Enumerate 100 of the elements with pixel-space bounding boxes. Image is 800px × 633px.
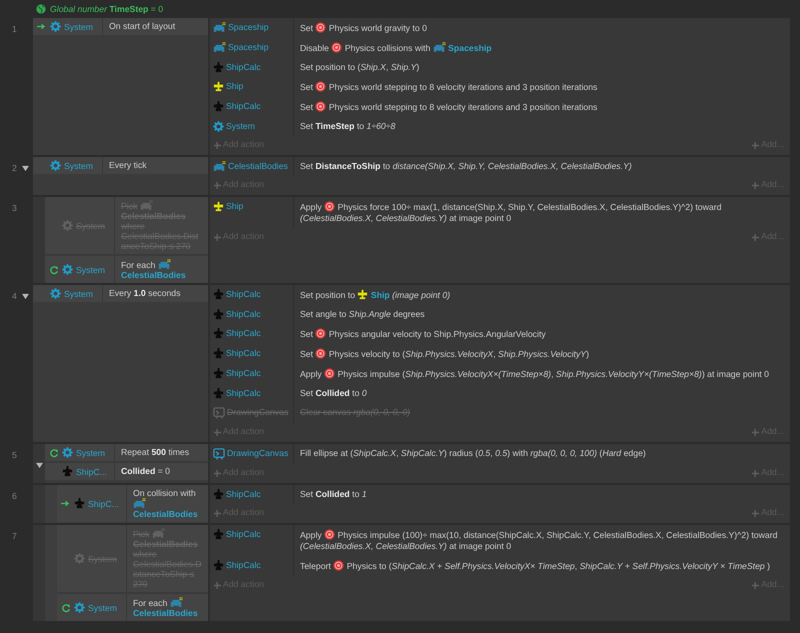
object-name: ShipCalc xyxy=(226,62,261,73)
plus-icon xyxy=(752,429,760,436)
collapse-icon[interactable] xyxy=(22,293,29,300)
action-text[interactable]: Set position to (Ship.X, Ship.Y) xyxy=(294,58,790,77)
event-number: 2 xyxy=(12,163,17,173)
alien-icon xyxy=(213,161,226,172)
condition-row[interactable]: System For each CelestialBodies xyxy=(45,256,208,283)
canvas-icon xyxy=(213,448,225,460)
object-name: ShipCalc xyxy=(226,560,261,571)
condition-row[interactable]: System On start of layout xyxy=(33,18,208,35)
action-text[interactable]: Set Collided to 1 xyxy=(294,485,790,504)
object-name: ShipCalc xyxy=(226,348,261,359)
condition-row[interactable]: System Every tick xyxy=(33,157,208,174)
object-name: ShipC... xyxy=(88,498,119,508)
action-text[interactable]: Fill ellipse at (ShipCalc.X, ShipCalc.Y) radius (0.5, 0.5) with rgba(0, 0, 0, 100) (Hard edge) xyxy=(294,444,790,464)
alien-icon xyxy=(213,42,226,53)
condition-row[interactable]: ShipC... Collided = 0 xyxy=(45,463,208,480)
event-number: 3 xyxy=(12,203,17,213)
plus-icon xyxy=(752,510,760,517)
gear-icon xyxy=(62,447,73,458)
rings-icon xyxy=(315,328,326,339)
action-text[interactable]: Set Physics world stepping to 8 velocity iterations and 3 position iterations xyxy=(294,77,790,97)
ship-silhouette-icon xyxy=(62,466,73,477)
collapse-icon[interactable] xyxy=(36,462,42,469)
condition-text[interactable]: Repeat 500 times xyxy=(115,444,208,461)
object-name: ShipCalc xyxy=(226,289,261,300)
object-name: ShipCalc xyxy=(226,388,261,399)
condition-text[interactable]: On start of layout xyxy=(103,18,208,35)
rings-icon xyxy=(324,201,336,212)
object-name: System xyxy=(64,288,93,298)
rings-icon xyxy=(333,560,344,571)
object-name: System xyxy=(64,160,93,170)
ship-silhouette-icon xyxy=(213,289,224,300)
ship-silhouette-icon xyxy=(74,498,85,509)
gear-icon xyxy=(62,264,73,275)
collapse-icon[interactable] xyxy=(22,165,29,172)
condition-text[interactable]: Collided = 0 xyxy=(115,463,208,480)
event-number: 6 xyxy=(12,491,17,501)
condition-text[interactable]: For each CelestialBodies xyxy=(115,256,208,283)
condition-row[interactable]: ShipC... On collision with CelestialBodies xyxy=(57,485,208,522)
object-name: DrawingCanvas xyxy=(227,448,288,459)
object-name: System xyxy=(76,448,105,458)
condition-text[interactable]: For each CelestialBodies xyxy=(127,594,208,621)
event-number: 7 xyxy=(12,531,17,541)
global-variable: Global number TimeStep = 0 xyxy=(50,4,164,14)
alien-icon xyxy=(432,42,446,53)
action-text[interactable]: Teleport Physics to (ShipCalc.X + Self.Physics.VelocityX× TimeStep, ShipCalc.Y + Self.Physics.VelocityY × TimeStep ) xyxy=(294,556,790,576)
rings-icon xyxy=(324,529,336,540)
condition-text[interactable]: Every 1.0 seconds xyxy=(103,285,208,302)
ship-silhouette-icon xyxy=(213,368,224,379)
globe-icon xyxy=(36,4,46,14)
condition-row[interactable]: System For each CelestialBodies xyxy=(57,594,208,621)
object-name: ShipCalc xyxy=(226,489,261,500)
ship-silhouette-icon xyxy=(213,529,224,540)
object-name: Spaceship xyxy=(228,22,269,33)
object-name: CelestialBodies xyxy=(228,161,288,172)
action-text[interactable]: Set Physics velocity to (Ship.Physics.VelocityX, Ship.Physics.VelocityY) xyxy=(294,344,790,364)
action-text[interactable]: Set Collided to 0 xyxy=(294,384,790,403)
ship-silhouette-icon xyxy=(213,388,224,399)
loop-icon xyxy=(49,448,59,458)
ship-silhouette-icon xyxy=(213,101,224,112)
action-text[interactable]: Set angle to Ship.Angle degrees xyxy=(294,305,790,324)
object-name: ShipCalc xyxy=(226,309,261,320)
alien-icon xyxy=(170,597,183,608)
action-text[interactable]: Set position to Ship (image point 0) xyxy=(294,285,790,305)
action-text[interactable]: Apply Physics impulse (Ship.Physics.VelocityX×(TimeStep×8), Ship.Physics.VelocityY×(TimeStep×8)) at image point 0 xyxy=(294,364,790,384)
action-text[interactable]: Set Physics world stepping to 8 velocity iterations and 3 position iterations xyxy=(294,97,790,117)
object-name: System xyxy=(64,22,93,32)
plus-icon xyxy=(214,470,221,477)
action-text[interactable]: Set Physics world gravity to 0 xyxy=(294,18,790,38)
gear-icon xyxy=(74,553,85,564)
condition-row[interactable]: System Every 1.0 seconds xyxy=(33,285,208,302)
arrow-icon xyxy=(37,23,46,30)
action-text[interactable]: Set Physics angular velocity to Ship.Physics.AngularVelocity xyxy=(294,324,790,344)
condition-text[interactable]: On collision with CelestialBodies xyxy=(127,485,208,522)
rings-icon xyxy=(315,22,326,33)
action-text[interactable]: Apply Physics impulse (100)÷ max(10, distance(ShipCalc.X, ShipCalc.Y, CelestialBodies.X, CelestialBodies.Y)^2) toward (CelestialBodies.X, CelestialBodies.Y) at image point 0 xyxy=(294,525,790,556)
plus-icon xyxy=(214,429,221,436)
plus-icon xyxy=(752,182,760,189)
action-text[interactable]: Set TimeStep to 1÷60÷8 xyxy=(294,117,790,136)
condition-text[interactable]: Every tick xyxy=(103,157,208,174)
ship-silhouette-icon xyxy=(213,328,224,339)
plus-icon xyxy=(214,582,221,589)
rings-icon xyxy=(315,81,326,92)
object-name: System xyxy=(226,121,255,132)
rings-icon xyxy=(324,368,336,379)
alien-icon xyxy=(140,200,153,211)
object-name: System xyxy=(88,602,117,612)
action-text[interactable]: Disable Physics collisions with Spaceship xyxy=(294,38,790,58)
ship-icon xyxy=(213,81,224,92)
action-text[interactable]: Apply Physics force 100÷ max(1, distance(Ship.X, Ship.Y, CelestialBodies.X, CelestialBodies.Y)^2) toward (CelestialBodies.X, CelestialBodies.Y) at image point 0 xyxy=(294,197,790,228)
alien-icon xyxy=(152,528,165,539)
event-number: 4 xyxy=(12,291,17,301)
condition-row[interactable]: System Repeat 500 times xyxy=(45,444,208,461)
object-name: Ship xyxy=(226,201,244,212)
object-name: ShipCalc xyxy=(226,101,261,112)
action-text[interactable]: Set DistanceToShip to distance(Ship.X, Ship.Y, CelestialBodies.X, CelestialBodies.Y) xyxy=(294,157,790,176)
alien-icon xyxy=(213,22,226,33)
plus-icon xyxy=(752,582,760,589)
gear-icon xyxy=(213,121,224,132)
